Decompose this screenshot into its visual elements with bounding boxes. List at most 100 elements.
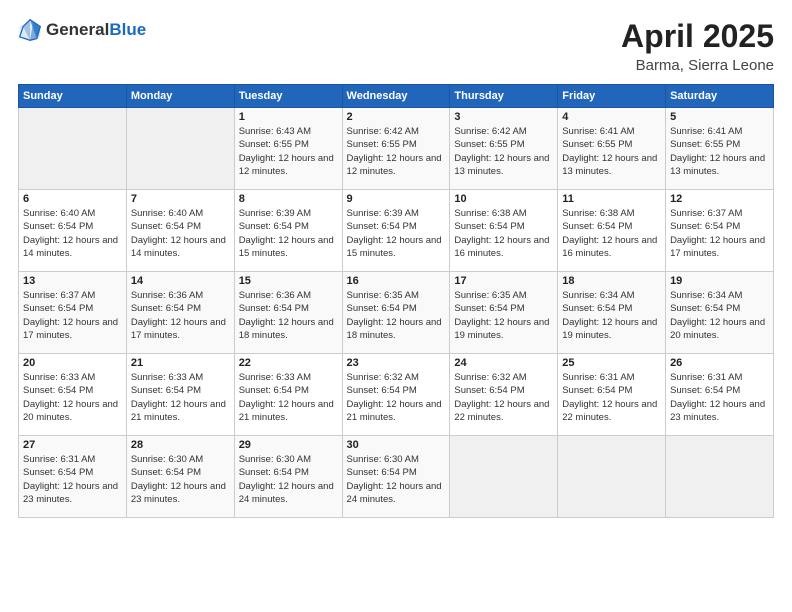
calendar-body: 1 Sunrise: 6:43 AMSunset: 6:55 PMDaylight… — [19, 108, 774, 518]
day-info: Sunrise: 6:34 AMSunset: 6:54 PMDaylight:… — [670, 289, 769, 342]
calendar-title: April 2025 — [621, 18, 774, 55]
table-row: 27 Sunrise: 6:31 AMSunset: 6:54 PMDayligh… — [19, 436, 127, 518]
table-row: 9 Sunrise: 6:39 AMSunset: 6:54 PMDaylight… — [342, 190, 450, 272]
day-number: 17 — [454, 275, 553, 287]
calendar-table: Sunday Monday Tuesday Wednesday Thursday… — [18, 84, 774, 518]
day-info: Sunrise: 6:31 AMSunset: 6:54 PMDaylight:… — [670, 371, 769, 424]
day-info: Sunrise: 6:39 AMSunset: 6:54 PMDaylight:… — [239, 207, 338, 260]
table-row: 8 Sunrise: 6:39 AMSunset: 6:54 PMDaylight… — [234, 190, 342, 272]
table-row — [19, 108, 127, 190]
day-info: Sunrise: 6:31 AMSunset: 6:54 PMDaylight:… — [23, 453, 122, 506]
header: GeneralBlue April 2025 Barma, Sierra Leo… — [18, 18, 774, 74]
col-saturday: Saturday — [666, 85, 774, 108]
day-number: 19 — [670, 275, 769, 287]
day-number: 10 — [454, 193, 553, 205]
day-number: 2 — [347, 111, 446, 123]
day-info: Sunrise: 6:32 AMSunset: 6:54 PMDaylight:… — [347, 371, 446, 424]
logo-general: General — [46, 20, 109, 39]
day-number: 7 — [131, 193, 230, 205]
table-row: 13Sunrise: 6:37 AMSunset: 6:54 PMDayligh… — [19, 272, 127, 354]
day-info: Sunrise: 6:41 AMSunset: 6:55 PMDaylight:… — [562, 125, 661, 178]
table-row: 11Sunrise: 6:38 AMSunset: 6:54 PMDayligh… — [558, 190, 666, 272]
day-info: Sunrise: 6:42 AMSunset: 6:55 PMDaylight:… — [454, 125, 553, 178]
day-number: 8 — [239, 193, 338, 205]
table-row: 4 Sunrise: 6:41 AMSunset: 6:55 PMDaylight… — [558, 108, 666, 190]
day-number: 4 — [562, 111, 661, 123]
day-number: 11 — [562, 193, 661, 205]
day-number: 27 — [23, 439, 122, 451]
table-row: 21Sunrise: 6:33 AMSunset: 6:54 PMDayligh… — [126, 354, 234, 436]
day-info: Sunrise: 6:35 AMSunset: 6:54 PMDaylight:… — [454, 289, 553, 342]
table-row: 20 Sunrise: 6:33 AMSunset: 6:54 PMDayligh… — [19, 354, 127, 436]
day-info: Sunrise: 6:40 AMSunset: 6:54 PMDaylight:… — [23, 207, 122, 260]
calendar-header: Sunday Monday Tuesday Wednesday Thursday… — [19, 85, 774, 108]
day-info: Sunrise: 6:34 AMSunset: 6:54 PMDaylight:… — [562, 289, 661, 342]
table-row: 2 Sunrise: 6:42 AMSunset: 6:55 PMDaylight… — [342, 108, 450, 190]
day-info: Sunrise: 6:41 AMSunset: 6:55 PMDaylight:… — [670, 125, 769, 178]
header-row: Sunday Monday Tuesday Wednesday Thursday… — [19, 85, 774, 108]
day-info: Sunrise: 6:37 AMSunset: 6:54 PMDaylight:… — [23, 289, 122, 342]
day-info: Sunrise: 6:36 AMSunset: 6:54 PMDaylight:… — [239, 289, 338, 342]
day-number: 30 — [347, 439, 446, 451]
col-sunday: Sunday — [19, 85, 127, 108]
day-info: Sunrise: 6:38 AMSunset: 6:54 PMDaylight:… — [454, 207, 553, 260]
day-number: 9 — [347, 193, 446, 205]
day-info: Sunrise: 6:30 AMSunset: 6:54 PMDaylight:… — [131, 453, 230, 506]
table-row: 18Sunrise: 6:34 AMSunset: 6:54 PMDayligh… — [558, 272, 666, 354]
day-number: 20 — [23, 357, 122, 369]
table-row: 10 Sunrise: 6:38 AMSunset: 6:54 PMDayligh… — [450, 190, 558, 272]
day-number: 22 — [239, 357, 338, 369]
logo-blue: Blue — [109, 20, 146, 39]
day-number: 25 — [562, 357, 661, 369]
col-tuesday: Tuesday — [234, 85, 342, 108]
day-number: 6 — [23, 193, 122, 205]
table-row — [666, 436, 774, 518]
table-row: 24 Sunrise: 6:32 AMSunset: 6:54 PMDayligh… — [450, 354, 558, 436]
logo: GeneralBlue — [18, 18, 146, 42]
logo-text: GeneralBlue — [46, 20, 146, 40]
day-info: Sunrise: 6:33 AMSunset: 6:54 PMDaylight:… — [239, 371, 338, 424]
day-number: 21 — [131, 357, 230, 369]
day-number: 26 — [670, 357, 769, 369]
day-number: 16 — [347, 275, 446, 287]
table-row: 6 Sunrise: 6:40 AMSunset: 6:54 PMDaylight… — [19, 190, 127, 272]
table-row: 29 Sunrise: 6:30 AMSunset: 6:54 PMDayligh… — [234, 436, 342, 518]
day-number: 23 — [347, 357, 446, 369]
table-row: 23 Sunrise: 6:32 AMSunset: 6:54 PMDayligh… — [342, 354, 450, 436]
day-number: 24 — [454, 357, 553, 369]
day-info: Sunrise: 6:36 AMSunset: 6:54 PMDaylight:… — [131, 289, 230, 342]
table-row — [558, 436, 666, 518]
table-row: 22 Sunrise: 6:33 AMSunset: 6:54 PMDayligh… — [234, 354, 342, 436]
day-info: Sunrise: 6:32 AMSunset: 6:54 PMDaylight:… — [454, 371, 553, 424]
day-info: Sunrise: 6:42 AMSunset: 6:55 PMDaylight:… — [347, 125, 446, 178]
day-number: 3 — [454, 111, 553, 123]
table-row — [126, 108, 234, 190]
day-number: 28 — [131, 439, 230, 451]
page: GeneralBlue April 2025 Barma, Sierra Leo… — [0, 0, 792, 612]
title-block: April 2025 Barma, Sierra Leone — [621, 18, 774, 74]
table-row: 19 Sunrise: 6:34 AMSunset: 6:54 PMDayligh… — [666, 272, 774, 354]
day-info: Sunrise: 6:43 AMSunset: 6:55 PMDaylight:… — [239, 125, 338, 178]
logo-icon — [18, 18, 42, 42]
day-number: 29 — [239, 439, 338, 451]
day-number: 14 — [131, 275, 230, 287]
table-row: 26 Sunrise: 6:31 AMSunset: 6:54 PMDayligh… — [666, 354, 774, 436]
table-row — [450, 436, 558, 518]
col-wednesday: Wednesday — [342, 85, 450, 108]
day-info: Sunrise: 6:33 AMSunset: 6:54 PMDaylight:… — [23, 371, 122, 424]
day-info: Sunrise: 6:31 AMSunset: 6:54 PMDaylight:… — [562, 371, 661, 424]
day-info: Sunrise: 6:39 AMSunset: 6:54 PMDaylight:… — [347, 207, 446, 260]
col-friday: Friday — [558, 85, 666, 108]
day-number: 1 — [239, 111, 338, 123]
day-info: Sunrise: 6:40 AMSunset: 6:54 PMDaylight:… — [131, 207, 230, 260]
table-row: 7 Sunrise: 6:40 AMSunset: 6:54 PMDaylight… — [126, 190, 234, 272]
day-number: 5 — [670, 111, 769, 123]
day-info: Sunrise: 6:30 AMSunset: 6:54 PMDaylight:… — [239, 453, 338, 506]
col-thursday: Thursday — [450, 85, 558, 108]
day-number: 12 — [670, 193, 769, 205]
day-number: 15 — [239, 275, 338, 287]
day-info: Sunrise: 6:35 AMSunset: 6:54 PMDaylight:… — [347, 289, 446, 342]
day-info: Sunrise: 6:37 AMSunset: 6:54 PMDaylight:… — [670, 207, 769, 260]
table-row: 30Sunrise: 6:30 AMSunset: 6:54 PMDayligh… — [342, 436, 450, 518]
table-row: 16 Sunrise: 6:35 AMSunset: 6:54 PMDayligh… — [342, 272, 450, 354]
